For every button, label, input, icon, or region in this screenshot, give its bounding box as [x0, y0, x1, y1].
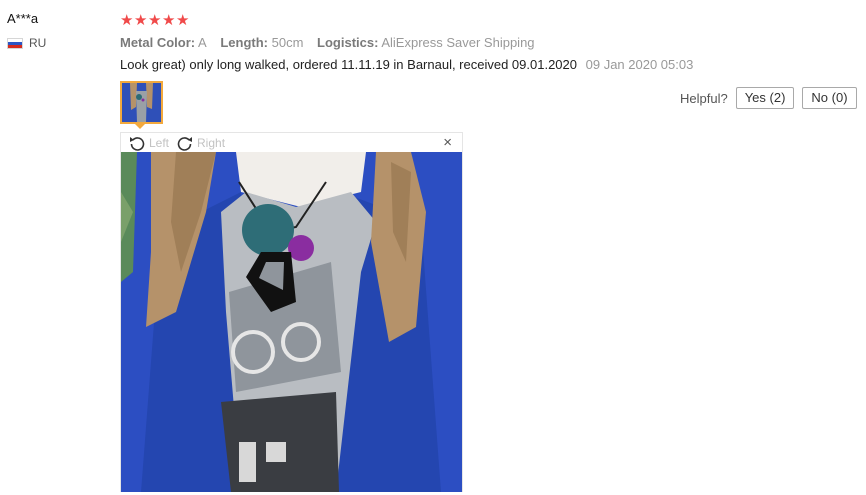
thumbnail-selected-caret	[135, 124, 145, 129]
star-icon: ★	[134, 12, 148, 29]
star-icon: ★	[148, 12, 162, 29]
rotate-right-button[interactable]: Right	[177, 135, 225, 151]
reviewer-name: A***a	[7, 11, 39, 26]
attr-key-metal-color: Metal Color:	[120, 35, 196, 50]
review-photo-thumbnail[interactable]	[120, 81, 163, 124]
review-text: Look great) only long walked, ordered 11…	[120, 57, 577, 72]
review-date: 09 Jan 2020 05:03	[585, 57, 694, 72]
country-code: RU	[29, 36, 47, 50]
helpful-yes-button[interactable]: Yes (2)	[735, 87, 795, 109]
helpful-no-button[interactable]: No (0)	[802, 87, 857, 109]
review-attributes: Metal Color: A Length: 50cm Logistics: A…	[120, 35, 545, 50]
review-photo	[121, 152, 462, 492]
helpful-label: Helpful?	[680, 90, 728, 106]
rotate-right-label: Right	[197, 135, 226, 150]
rotate-left-label: Left	[149, 135, 170, 150]
russia-flag-icon	[7, 37, 23, 49]
star-icon: ★	[176, 12, 190, 29]
star-icon: ★	[120, 12, 134, 29]
close-icon[interactable]: ×	[443, 134, 452, 151]
attr-key-logistics: Logistics:	[317, 35, 379, 50]
helpful-voting: Helpful? Yes (2) No (0)	[680, 87, 857, 109]
reviewer-country: RU	[7, 36, 46, 50]
rotate-right-icon	[177, 135, 193, 151]
attr-key-length: Length:	[220, 35, 268, 50]
attr-value-metal-color: A	[198, 35, 207, 50]
star-icon: ★	[162, 12, 176, 29]
rating-stars: ★ ★ ★ ★ ★	[120, 12, 189, 29]
attr-value-length: 50cm	[271, 35, 304, 50]
rotate-left-icon	[129, 135, 145, 151]
photo-viewer: Left Right ×	[120, 132, 463, 492]
photo-viewer-toolbar: Left Right ×	[121, 133, 462, 152]
rotate-left-button[interactable]: Left	[129, 135, 169, 151]
review-text-line: Look great) only long walked, ordered 11…	[120, 57, 693, 72]
attr-value-logistics: AliExpress Saver Shipping	[381, 35, 535, 50]
